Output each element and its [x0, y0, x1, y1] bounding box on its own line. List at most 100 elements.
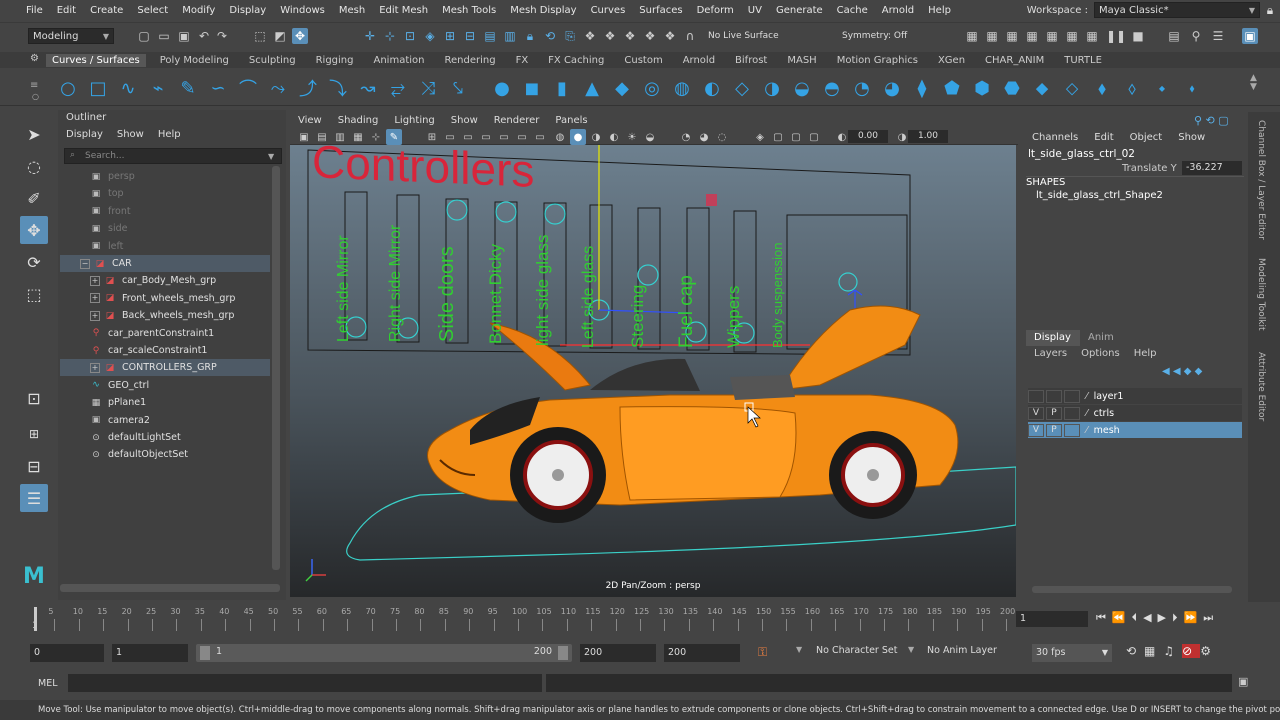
exposure-field[interactable]: 0.00 [848, 130, 888, 143]
shelf-tab-custom[interactable]: Custom [624, 55, 662, 66]
channel-toolbar-icons[interactable]: ⚲ ⟲ ▢ [1194, 114, 1229, 127]
playback-start-field[interactable]: 1 [112, 644, 188, 662]
birail-icon[interactable]: ◒ [790, 76, 814, 100]
range-handle-left[interactable] [200, 646, 210, 660]
outliner-row[interactable]: ▣ side [60, 220, 270, 237]
symmetry-label[interactable]: Symmetry: Off [832, 28, 907, 44]
ipr-refresh-icon[interactable]: ▦ [1084, 28, 1100, 44]
controller-label[interactable]: Body suspenssion [770, 242, 785, 348]
ctrl-circle[interactable] [838, 272, 858, 292]
shelf-tab-poly-modeling[interactable]: Poly Modeling [160, 55, 229, 66]
collapse-icon[interactable]: − [80, 258, 90, 269]
side-tab-channel-box[interactable]: Channel Box / Layer Editor [1256, 120, 1266, 240]
menu-mesh[interactable]: Mesh [339, 5, 365, 16]
film-gate-icon[interactable]: ▭ [442, 129, 458, 145]
render-settings-icon[interactable]: ❖ [622, 28, 638, 44]
safe-action-icon[interactable]: ▭ [514, 129, 530, 145]
hypershade-icon[interactable]: ❖ [642, 28, 658, 44]
stop-icon[interactable]: ■ [1130, 28, 1146, 44]
shelf-tab-fx[interactable]: FX [516, 55, 529, 66]
loft-icon[interactable]: ◐ [700, 76, 724, 100]
auto-key-icon[interactable]: ⚿ [758, 645, 767, 660]
menu-mesh-tools[interactable]: Mesh Tools [442, 5, 496, 16]
outliner-row[interactable]: ⊙ defaultLightSet [60, 429, 270, 446]
ctrl-circle[interactable] [544, 203, 566, 225]
two-pane-icon[interactable]: ⊟ [20, 452, 48, 480]
nurbs-torus-icon[interactable]: ◎ [640, 76, 664, 100]
controller-label[interactable]: Right side Mirror [387, 225, 405, 342]
attach-curves-icon[interactable]: ⤳ [266, 76, 290, 100]
offset-curve-icon[interactable]: ⥂ [386, 76, 410, 100]
save-scene-icon[interactable]: ▣ [176, 28, 192, 44]
shadows-icon[interactable]: ◒ [642, 129, 658, 145]
menu-modify[interactable]: Modify [182, 5, 215, 16]
outliner-row[interactable]: ▣ front [60, 203, 270, 220]
resolution-gate-icon[interactable]: ▭ [460, 129, 476, 145]
time-cursor[interactable] [34, 607, 37, 631]
move-tool-icon[interactable]: ✥ [20, 216, 48, 244]
select-object-icon[interactable]: ◩ [272, 28, 288, 44]
controller-label[interactable]: Side doors [436, 246, 459, 342]
expand-icon[interactable]: + [90, 310, 100, 321]
arc-tool-icon[interactable]: ⌒ [236, 76, 260, 100]
ctrl-circle[interactable] [446, 199, 468, 221]
layer-visibility-toggle[interactable] [1028, 389, 1044, 403]
layer-playback-toggle[interactable]: P [1046, 423, 1062, 437]
select-hierarchy-icon[interactable]: ⬚ [252, 28, 268, 44]
layer-color-swatch[interactable] [1064, 389, 1080, 403]
paint-select-icon[interactable]: ✐ [20, 184, 48, 212]
snap-view-icon[interactable]: ◈ [422, 28, 438, 44]
outliner-row[interactable]: ⚲ car_scaleConstraint1 [60, 342, 270, 359]
layer-hscrollbar[interactable] [1032, 586, 1232, 593]
layer-playback-toggle[interactable] [1046, 389, 1062, 403]
anim-start-field[interactable]: 0 [30, 644, 104, 662]
outliner-row[interactable]: − ◪ CAR [60, 255, 270, 272]
menu-windows[interactable]: Windows [280, 5, 325, 16]
outliner-menu-display[interactable]: Display [66, 129, 103, 140]
viewport-menu-shading[interactable]: Shading [338, 115, 379, 126]
chevron-down-icon[interactable]: ▼ [908, 645, 914, 654]
xray-icon[interactable]: ▢ [770, 129, 786, 145]
grid-icon[interactable]: ⊞ [424, 129, 440, 145]
perspective-viewport[interactable]: Controllers Left side Mirror Right side M… [290, 145, 1016, 597]
snap-surface-icon[interactable]: ⊟ [462, 28, 478, 44]
wireframe-icon[interactable]: ◍ [552, 129, 568, 145]
ctrl-square[interactable] [706, 194, 717, 206]
menu-create[interactable]: Create [90, 5, 123, 16]
add-points-icon[interactable]: ⤥ [446, 76, 470, 100]
layer-row[interactable]: ⁄ layer1 [1028, 388, 1242, 404]
shelf-tab-curves-surfaces[interactable]: Curves / Surfaces [46, 53, 146, 67]
lasso-tool-icon[interactable]: ◌ [20, 152, 48, 180]
insert-isoparm-icon[interactable]: ⬨ [1120, 76, 1144, 100]
shelf-tab-bifrost[interactable]: Bifrost [735, 55, 767, 66]
single-pane-icon[interactable]: ⊡ [20, 384, 48, 412]
shelf-tab-mash[interactable]: MASH [787, 55, 816, 66]
controller-label[interactable]: Bonnet,Dicky [486, 244, 506, 344]
new-scene-icon[interactable]: ▢ [136, 28, 152, 44]
intersect-icon[interactable]: ⧫ [910, 76, 934, 100]
layer-visibility-toggle[interactable]: V [1028, 406, 1044, 420]
mel-label[interactable]: MEL [38, 678, 58, 689]
mode-dropdown[interactable]: Modeling ▼ [28, 28, 114, 44]
channel-menu-show[interactable]: Show [1178, 132, 1205, 143]
menu-file[interactable]: File [26, 5, 43, 16]
magnet-icon[interactable]: ∩ [682, 28, 698, 44]
menu-help[interactable]: Help [928, 5, 951, 16]
shelf-menu-icon[interactable]: ≡ [30, 80, 38, 91]
scale-tool-icon[interactable]: ⬚ [20, 280, 48, 308]
outliner-menu-show[interactable]: Show [117, 129, 144, 140]
menu-select[interactable]: Select [137, 5, 168, 16]
lock-icon[interactable]: 🔒︎ [1260, 3, 1280, 18]
range-handle-right[interactable] [558, 646, 568, 660]
gamma-field[interactable]: 1.00 [908, 130, 948, 143]
snap-live-icon[interactable]: ⊞ [442, 28, 458, 44]
menu-edit[interactable]: Edit [57, 5, 76, 16]
select-tool-icon[interactable]: ➤ [20, 120, 48, 148]
anti-aliasing-icon[interactable]: ◌ [714, 129, 730, 145]
gate-mask-icon[interactable]: ▭ [478, 129, 494, 145]
outliner-row[interactable]: ▣ left [60, 238, 270, 255]
xray-joints-icon[interactable]: ▢ [788, 129, 804, 145]
pause-icon[interactable]: ❚❚ [1106, 28, 1126, 44]
shelf-tab-rendering[interactable]: Rendering [444, 55, 495, 66]
render-view-icon[interactable]: ❖ [662, 28, 678, 44]
